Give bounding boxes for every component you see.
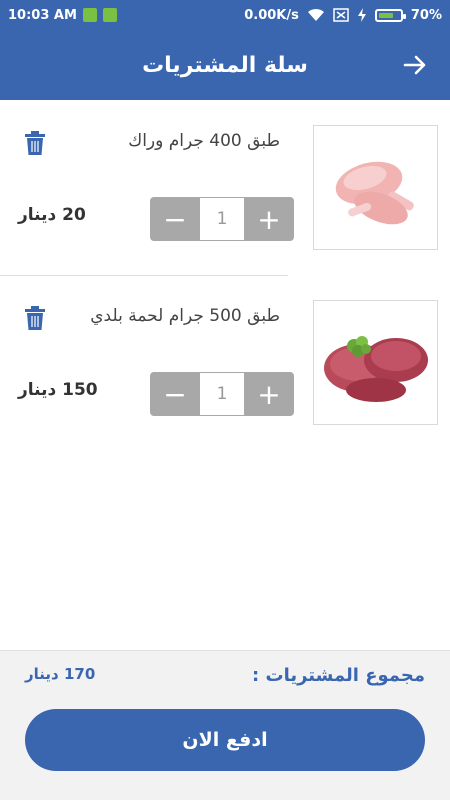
status-time: 10:03 AM xyxy=(8,7,77,23)
quantity-value[interactable]: 1 xyxy=(200,372,244,416)
status-right: 0.00K/s 70% xyxy=(244,8,442,23)
quantity-value[interactable]: 1 xyxy=(200,197,244,241)
decrease-button[interactable]: − xyxy=(150,372,200,416)
page-title: سلة المشتريات xyxy=(142,52,308,78)
increase-button[interactable]: + xyxy=(244,197,294,241)
no-sim-icon xyxy=(333,8,349,22)
chicken-leg-image xyxy=(335,161,414,224)
android-icon xyxy=(102,8,117,22)
product-image-chicken xyxy=(313,125,438,250)
cart-item: طبق 500 جرام لحمة بلدي − 1 + 150 دينار xyxy=(0,290,450,440)
beef-image xyxy=(324,335,428,402)
item-name: طبق 400 جرام وراك xyxy=(128,131,280,151)
total-label: مجموع المشتريات : xyxy=(252,665,425,686)
increase-button[interactable]: + xyxy=(244,372,294,416)
total-value: 170 دينار xyxy=(25,665,96,683)
battery-saver-icon xyxy=(82,8,97,22)
trash-icon[interactable] xyxy=(24,130,46,156)
item-price: 150 دينار xyxy=(18,380,98,400)
pay-now-button[interactable]: ادفع الان xyxy=(25,709,425,771)
status-left: 10:03 AM xyxy=(8,8,117,23)
battery-icon xyxy=(374,8,406,22)
wifi-icon xyxy=(307,8,324,21)
item-price: 20 دينار xyxy=(18,205,86,225)
divider xyxy=(0,275,288,276)
battery-fill xyxy=(378,12,393,18)
status-bar: 10:03 AM 0.00K/s 70% xyxy=(0,0,450,30)
quantity-stepper: − 1 + xyxy=(150,372,294,416)
arrow-right-icon[interactable] xyxy=(402,52,428,78)
cart-item: طبق 400 جرام وراك − 1 + 20 دينار xyxy=(0,115,450,265)
battery-percent: 70% xyxy=(410,7,442,23)
app-bar: سلة المشتريات xyxy=(0,30,450,100)
checkout-footer: مجموع المشتريات : 170 دينار ادفع الان xyxy=(0,650,450,800)
item-name: طبق 500 جرام لحمة بلدي xyxy=(90,306,280,326)
charging-icon xyxy=(357,8,366,22)
product-image-beef xyxy=(313,300,438,425)
quantity-stepper: − 1 + xyxy=(150,197,294,241)
network-speed: 0.00K/s xyxy=(244,7,299,23)
decrease-button[interactable]: − xyxy=(150,197,200,241)
trash-icon[interactable] xyxy=(24,305,46,331)
